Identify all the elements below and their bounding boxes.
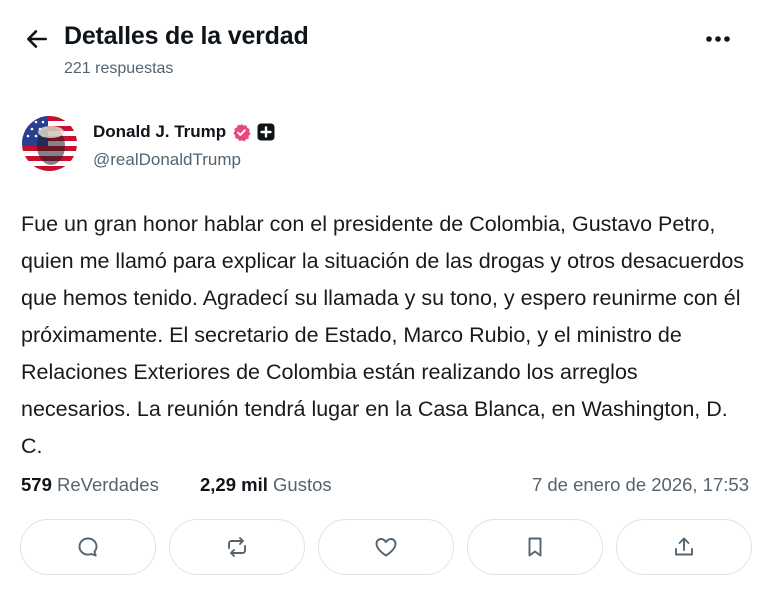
author-name[interactable]: Donald J. Trump — [93, 122, 226, 142]
avatar[interactable] — [22, 116, 77, 171]
share-button[interactable] — [616, 519, 752, 575]
page-title: Detalles de la verdad — [64, 22, 309, 50]
post-text: Fue un gran honor hablar con el presiden… — [21, 212, 745, 458]
heart-icon — [375, 538, 397, 557]
name-row: Donald J. Trump — [93, 122, 275, 142]
reposts-label: ReVerdades — [57, 474, 159, 495]
post-timestamp: 7 de enero de 2026, 17:53 — [531, 474, 749, 495]
author-block: Donald J. Trump @realDonaldTrump — [20, 112, 740, 176]
reposts-stat[interactable]: 579 ReVerdades — [21, 474, 159, 496]
post-stats: 579 ReVerdades 2,29 mil Gustos 7 de ener… — [21, 474, 751, 500]
repost-icon — [228, 537, 246, 557]
page-header: Detalles de la verdad 221 respuestas — [0, 0, 768, 100]
likes-count: 2,29 mil — [200, 474, 268, 495]
action-bar — [20, 519, 752, 575]
bookmark-icon — [528, 537, 542, 557]
bookmark-button[interactable] — [467, 519, 603, 575]
arrow-left-icon — [27, 30, 47, 48]
replies-count: 221 respuestas — [64, 60, 174, 77]
author-handle[interactable]: @realDonaldTrump — [93, 150, 241, 170]
more-options-button[interactable] — [700, 24, 736, 54]
reply-button[interactable] — [20, 519, 156, 575]
likes-stat[interactable]: 2,29 mil Gustos — [200, 474, 332, 496]
reposts-count: 579 — [21, 474, 52, 495]
share-icon — [675, 537, 693, 556]
likes-label: Gustos — [273, 474, 332, 495]
repost-button[interactable] — [169, 519, 305, 575]
more-dots-icon — [706, 36, 730, 42]
back-button[interactable] — [22, 24, 52, 54]
plus-square-icon — [257, 123, 275, 141]
like-button[interactable] — [318, 519, 454, 575]
reply-icon — [78, 537, 98, 557]
verified-badge-icon — [233, 123, 251, 141]
